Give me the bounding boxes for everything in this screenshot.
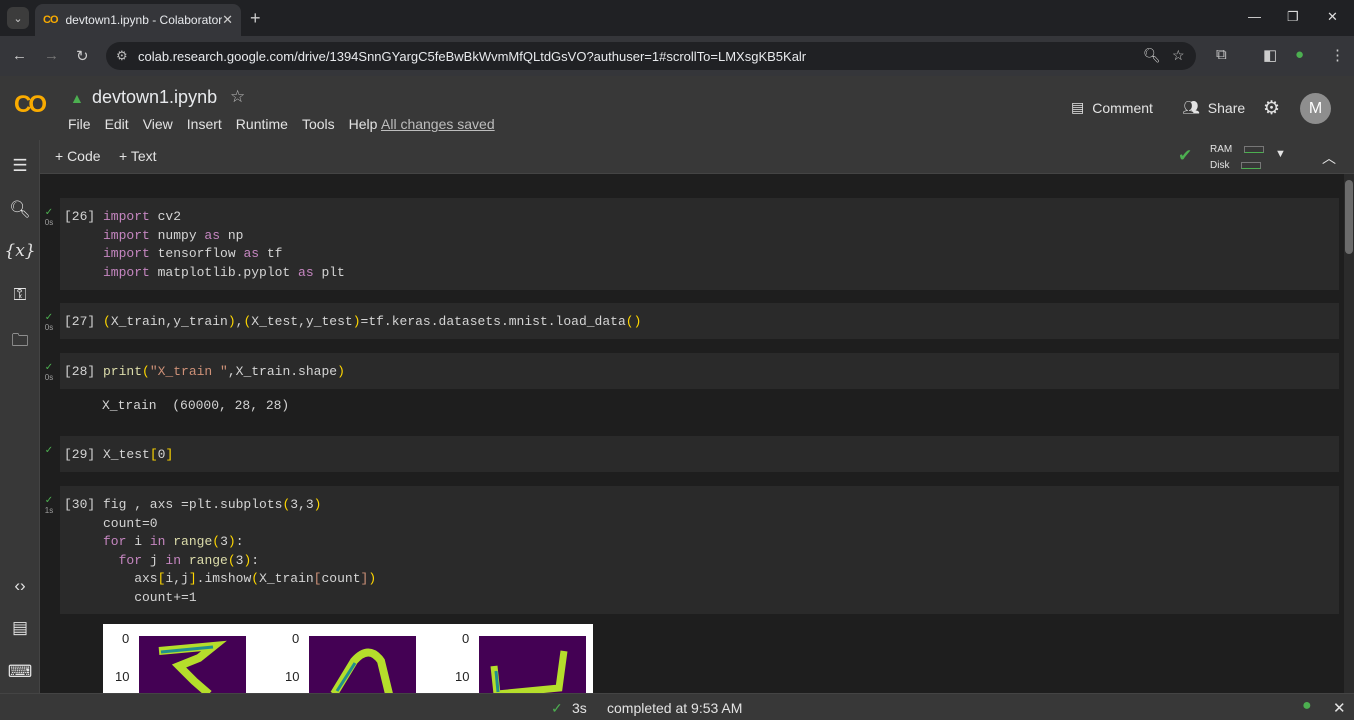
url-input[interactable]: colab.research.google.com/drive/1394SnnG… (106, 42, 1196, 70)
restore-icon[interactable]: ❐ (1287, 9, 1299, 25)
mnist-digit-image (139, 636, 246, 693)
people-icon: 👥︎ (1182, 99, 1200, 115)
comment-button[interactable]: ▤ Comment (1071, 99, 1153, 116)
execution-count: [28] (64, 364, 96, 379)
variables-icon[interactable]: {x} (0, 241, 40, 261)
notebook-title[interactable]: devtown1.ipynb (92, 87, 217, 108)
menu-bar: File Edit View Insert Runtime Tools Help (68, 116, 391, 132)
menu-tools[interactable]: Tools (302, 116, 335, 132)
menu-runtime[interactable]: Runtime (236, 116, 288, 132)
drive-icon[interactable]: ▲ (70, 90, 84, 106)
forward-icon[interactable]: → (44, 47, 59, 64)
menu-insert[interactable]: Insert (187, 116, 222, 132)
cell-run-status[interactable]: ✓ 0s (42, 363, 56, 383)
terminal-icon[interactable]: ⌨ (0, 662, 40, 682)
code-snippets-icon[interactable]: ‹› (0, 576, 40, 596)
execution-status: completed at 9:53 AM (607, 700, 743, 716)
execution-count: [30] (64, 497, 96, 512)
mnist-digit-image (479, 636, 586, 693)
new-tab-icon[interactable]: + (250, 8, 261, 29)
gear-icon[interactable]: ⚙ (1263, 97, 1280, 120)
scrollbar-thumb[interactable] (1345, 180, 1353, 254)
success-check-icon: ✓ (551, 700, 563, 716)
mnist-digit-image (309, 636, 416, 693)
reload-icon[interactable]: ↻ (76, 47, 89, 65)
tab-search-icon[interactable]: ⌄ (7, 7, 29, 29)
collapse-header-icon[interactable]: ︿ (1322, 148, 1336, 168)
menu-view[interactable]: View (143, 116, 173, 132)
cell-code[interactable]: print("X_train ",X_train.shape) (103, 363, 345, 382)
tab-title: devtown1.ipynb - Colaboratory (65, 13, 223, 27)
browser-tab-strip: ⌄ CO devtown1.ipynb - Colaboratory ✕ + —… (0, 0, 1354, 36)
add-text-button[interactable]: + Text (119, 148, 157, 164)
comment-icon: ▤ (1071, 99, 1085, 115)
star-icon[interactable]: ☆ (230, 87, 245, 107)
side-panel-icon[interactable]: ◧ (1263, 46, 1277, 64)
connected-check-icon[interactable]: ✔ (1178, 146, 1192, 166)
share-label: Share (1207, 99, 1246, 116)
command-palette-icon[interactable]: ▤ (0, 618, 40, 638)
add-code-button[interactable]: + Code (55, 148, 101, 164)
browser-tab[interactable]: CO devtown1.ipynb - Colaboratory ✕ (35, 4, 241, 36)
cell-code[interactable]: X_test[0] (103, 446, 173, 465)
cell-output: X_train (60000, 28, 28) (102, 398, 290, 413)
cell-run-status[interactable]: ✓ 0s (42, 313, 56, 333)
subplot-output-image: 0 10 0 10 0 10 (103, 624, 593, 693)
bookmark-star-icon[interactable]: ☆ (1172, 47, 1185, 64)
minimize-icon[interactable]: — (1248, 9, 1261, 24)
close-status-icon[interactable]: ✕ (1333, 699, 1346, 717)
site-info-icon[interactable]: ⚙ (116, 48, 128, 64)
execution-count: [26] (64, 209, 96, 224)
close-tab-icon[interactable]: ✕ (222, 12, 233, 28)
execution-count: [27] (64, 314, 96, 329)
execution-count: [29] (64, 447, 96, 462)
left-sidebar: ☰ 🔍︎ {x} ⚿ 🗀 ‹› ▤ ⌨ (0, 140, 40, 693)
connection-status-icon[interactable]: ● (1302, 697, 1312, 715)
ram-bar (1244, 145, 1265, 153)
cell-run-status[interactable]: ✓ 1s (42, 496, 56, 516)
runtime-dropdown-icon[interactable]: ▼ (1275, 148, 1286, 160)
notebook-content[interactable]: ✓ 0s [26] import cv2 import numpy as np i… (40, 174, 1344, 693)
zoom-icon[interactable]: 🔍︎ (1143, 47, 1161, 64)
resource-meter[interactable]: RAM Disk (1210, 142, 1265, 174)
colab-favicon-icon: CO (43, 14, 58, 26)
comment-label: Comment (1092, 99, 1153, 116)
ram-label: RAM (1210, 144, 1233, 155)
save-status[interactable]: All changes saved (381, 116, 495, 132)
search-icon[interactable]: 🔍︎ (0, 200, 40, 220)
cell-code[interactable]: fig , axs =plt.subplots(3,3) count=0 for… (103, 496, 376, 607)
code-cell[interactable]: [29] X_test[0] (60, 436, 1339, 472)
cell-code[interactable]: import cv2 import numpy as np import ten… (103, 208, 345, 282)
menu-edit[interactable]: Edit (105, 116, 129, 132)
execution-duration: 3s (572, 700, 587, 716)
cell-run-status[interactable]: ✓ (42, 446, 56, 456)
profile-icon[interactable]: ● (1295, 46, 1304, 63)
menu-help[interactable]: Help (349, 116, 378, 132)
table-of-contents-icon[interactable]: ☰ (0, 156, 40, 176)
disk-label: Disk (1210, 160, 1230, 171)
code-cell[interactable]: [26] import cv2 import numpy as np impor… (60, 198, 1339, 290)
cell-run-status[interactable]: ✓ 0s (42, 208, 56, 228)
close-window-icon[interactable]: ✕ (1327, 9, 1338, 25)
colab-logo[interactable]: CO (14, 91, 47, 119)
menu-file[interactable]: File (68, 116, 91, 132)
code-cell[interactable]: [28] print("X_train ",X_train.shape) (60, 353, 1339, 389)
status-bar: ✓ 3s completed at 9:53 AM ● ✕ (0, 693, 1354, 720)
code-cell[interactable]: [27] (X_train,y_train),(X_test,y_test)=t… (60, 303, 1339, 339)
files-folder-icon[interactable]: 🗀 (0, 328, 40, 357)
notebook-toolbar (40, 140, 1354, 174)
extensions-icon[interactable]: ⧉ (1216, 46, 1227, 63)
disk-bar (1241, 161, 1262, 169)
back-icon[interactable]: ← (12, 47, 27, 64)
share-button[interactable]: 👥︎ Share (1182, 99, 1245, 116)
code-cell[interactable]: [30] fig , axs =plt.subplots(3,3) count=… (60, 486, 1339, 614)
cell-code[interactable]: (X_train,y_train),(X_test,y_test)=tf.ker… (103, 313, 641, 332)
browser-menu-icon[interactable]: ⋮ (1330, 46, 1345, 64)
avatar[interactable]: M (1300, 93, 1331, 124)
secrets-key-icon[interactable]: ⚿ (0, 285, 40, 305)
